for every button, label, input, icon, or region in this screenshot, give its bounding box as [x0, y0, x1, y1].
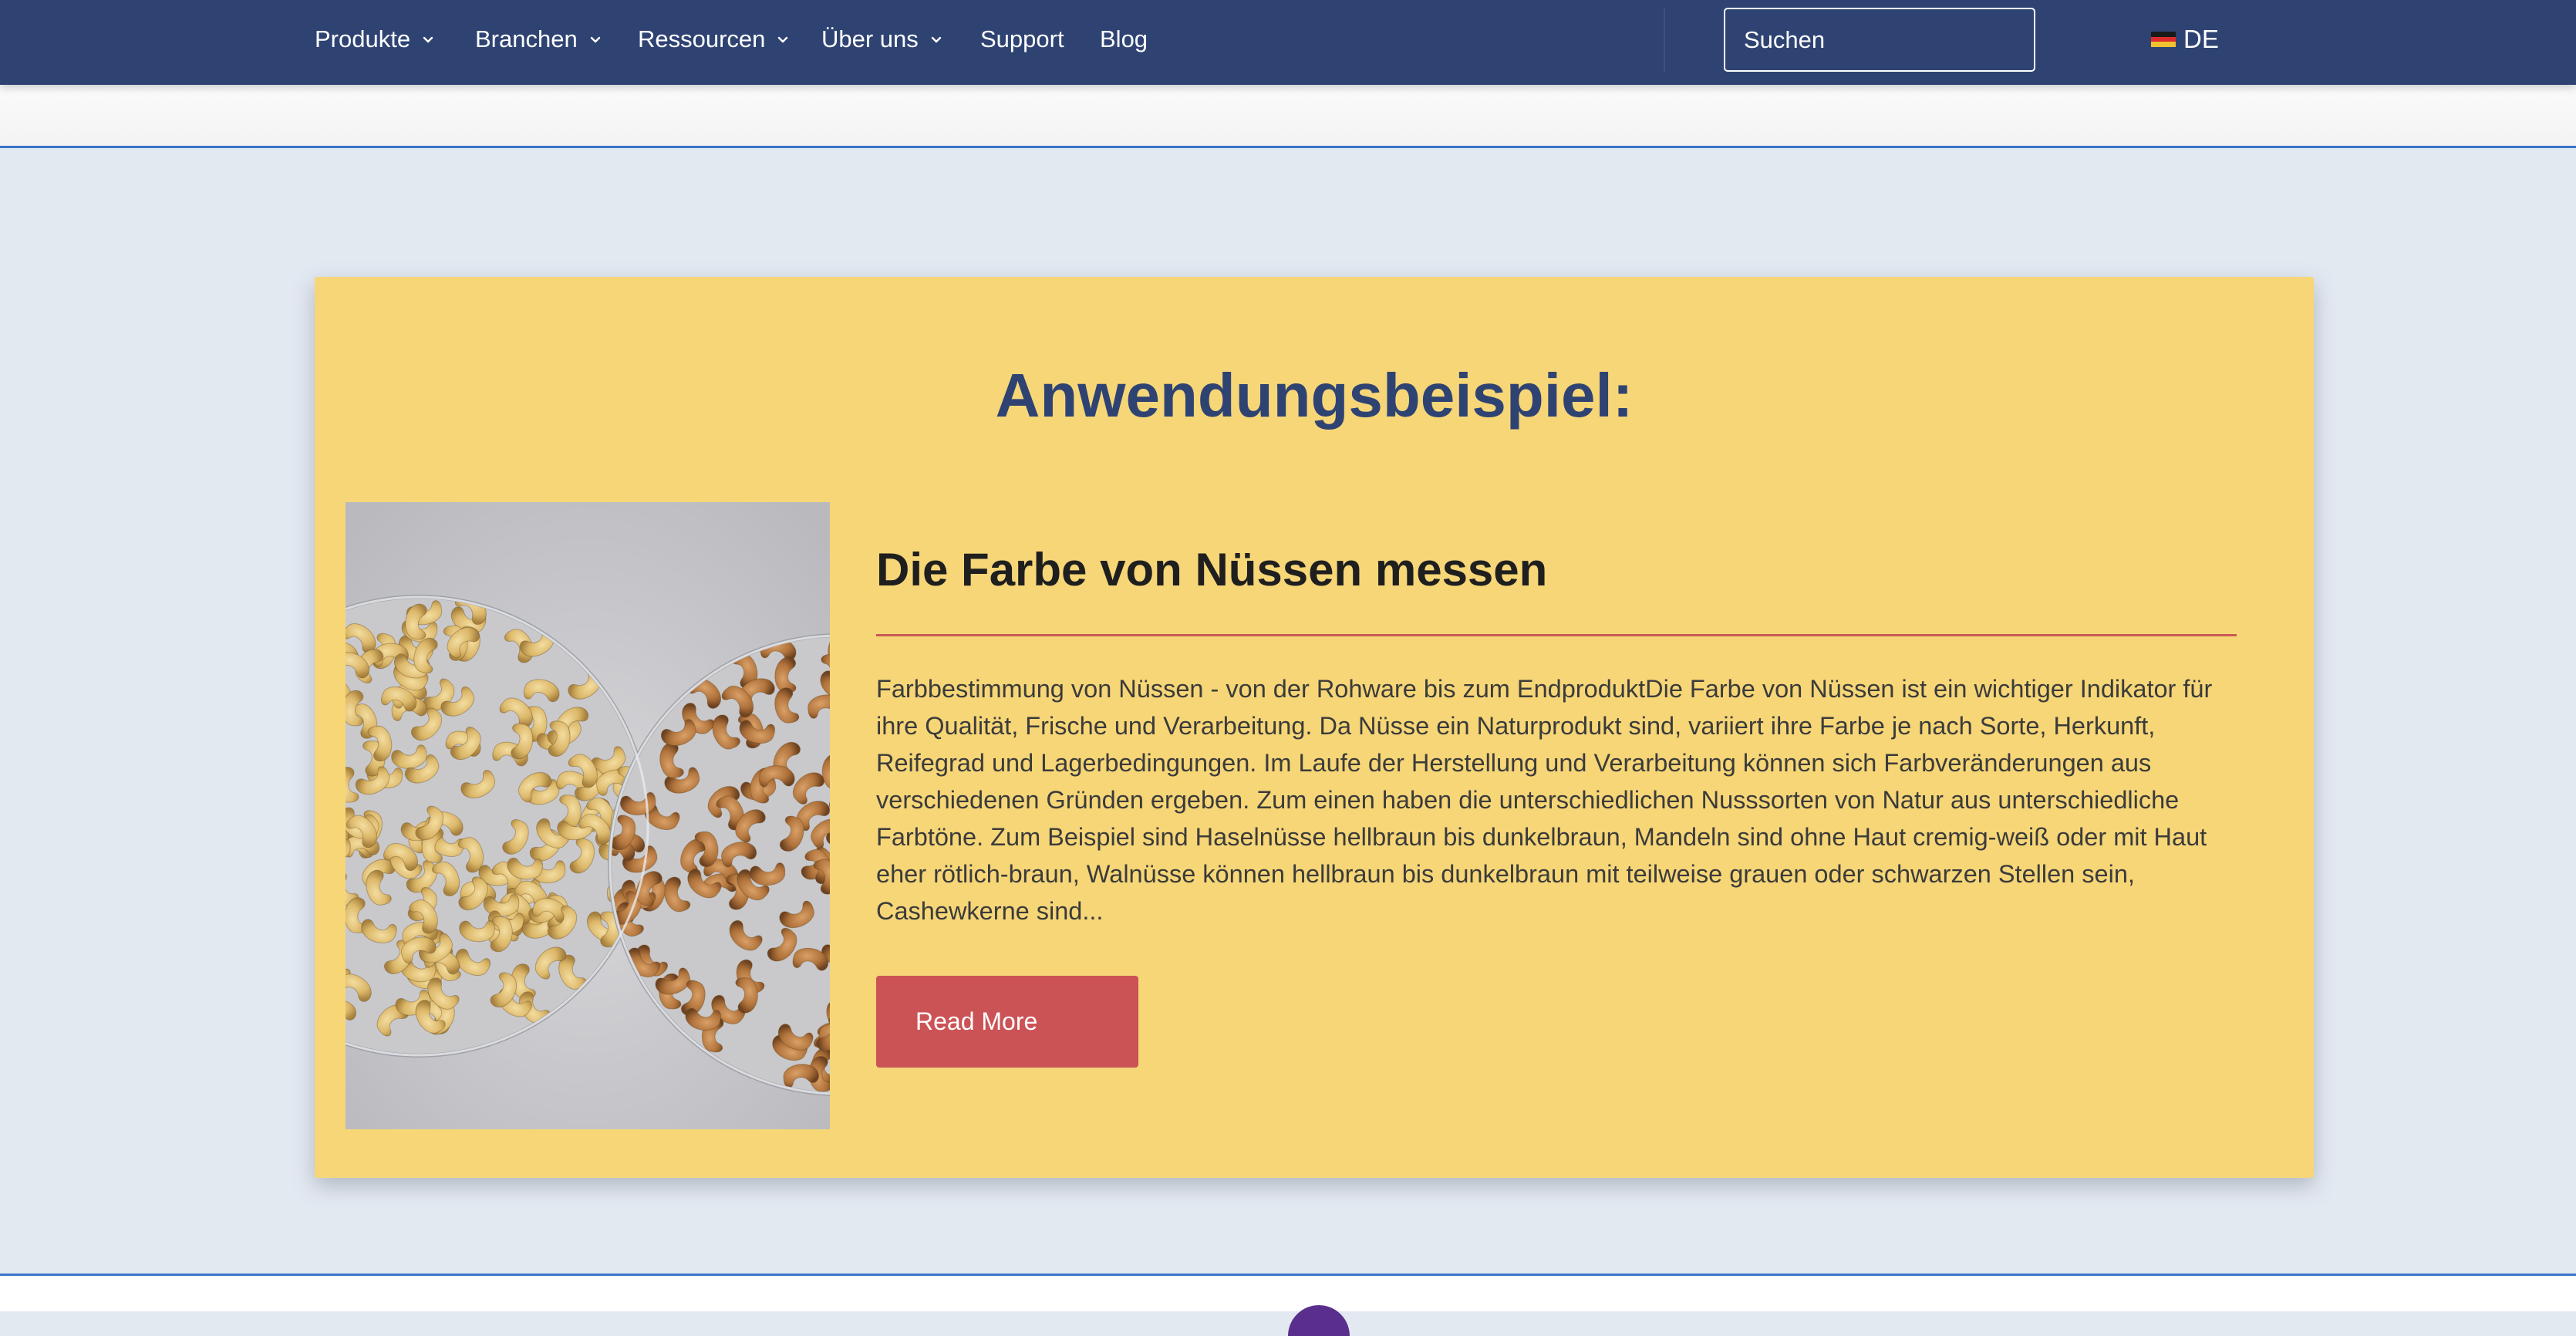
- nav-item-label: Branchen: [475, 25, 578, 52]
- section-heading: Anwendungsbeispiel:: [995, 361, 1634, 430]
- nav-item-ressourcen[interactable]: Ressourcen: [638, 22, 790, 57]
- article-title: Die Farbe von Nüssen messen: [876, 544, 1548, 595]
- example-card: Anwendungsbeispiel: Die Farbe von Nüssen…: [315, 277, 2314, 1178]
- section-divider-top: [0, 146, 2576, 148]
- top-navigation: Produkte Branchen Ressourcen Über uns Su…: [0, 0, 2576, 85]
- chevron-down-icon: [590, 36, 600, 43]
- language-switcher[interactable]: DE: [2151, 22, 2219, 57]
- cashew-photo: [346, 502, 830, 1129]
- title-underline: [876, 634, 2237, 636]
- chevron-down-icon: [931, 36, 941, 43]
- nav-item-label: Über uns: [821, 25, 919, 52]
- nav-item-branchen[interactable]: Branchen: [475, 22, 602, 57]
- header-spacer: [0, 85, 2576, 147]
- flag-germany-icon: [2151, 32, 2176, 48]
- search-input[interactable]: [1724, 8, 2035, 72]
- nav-item-label: Ressourcen: [638, 25, 766, 52]
- article-excerpt: Farbbestimmung von Nüssen - von der Rohw…: [876, 675, 2213, 925]
- nav-item-label: Support: [980, 25, 1064, 52]
- nav-item-label: Produkte: [315, 25, 411, 52]
- nav-item-label: Blog: [1100, 25, 1148, 52]
- chevron-down-icon: [423, 36, 433, 43]
- nav-item-support[interactable]: Support: [980, 22, 1064, 57]
- language-label: DE: [2183, 25, 2219, 53]
- read-more-button[interactable]: Read More: [876, 976, 1138, 1068]
- nav-item-produkte[interactable]: Produkte: [315, 22, 435, 57]
- nav-divider: [1664, 8, 1665, 73]
- chevron-down-icon: [778, 36, 788, 43]
- nav-item-blog[interactable]: Blog: [1100, 22, 1148, 57]
- nav-item-ueber-uns[interactable]: Über uns: [821, 22, 943, 57]
- next-section: [0, 1276, 2576, 1311]
